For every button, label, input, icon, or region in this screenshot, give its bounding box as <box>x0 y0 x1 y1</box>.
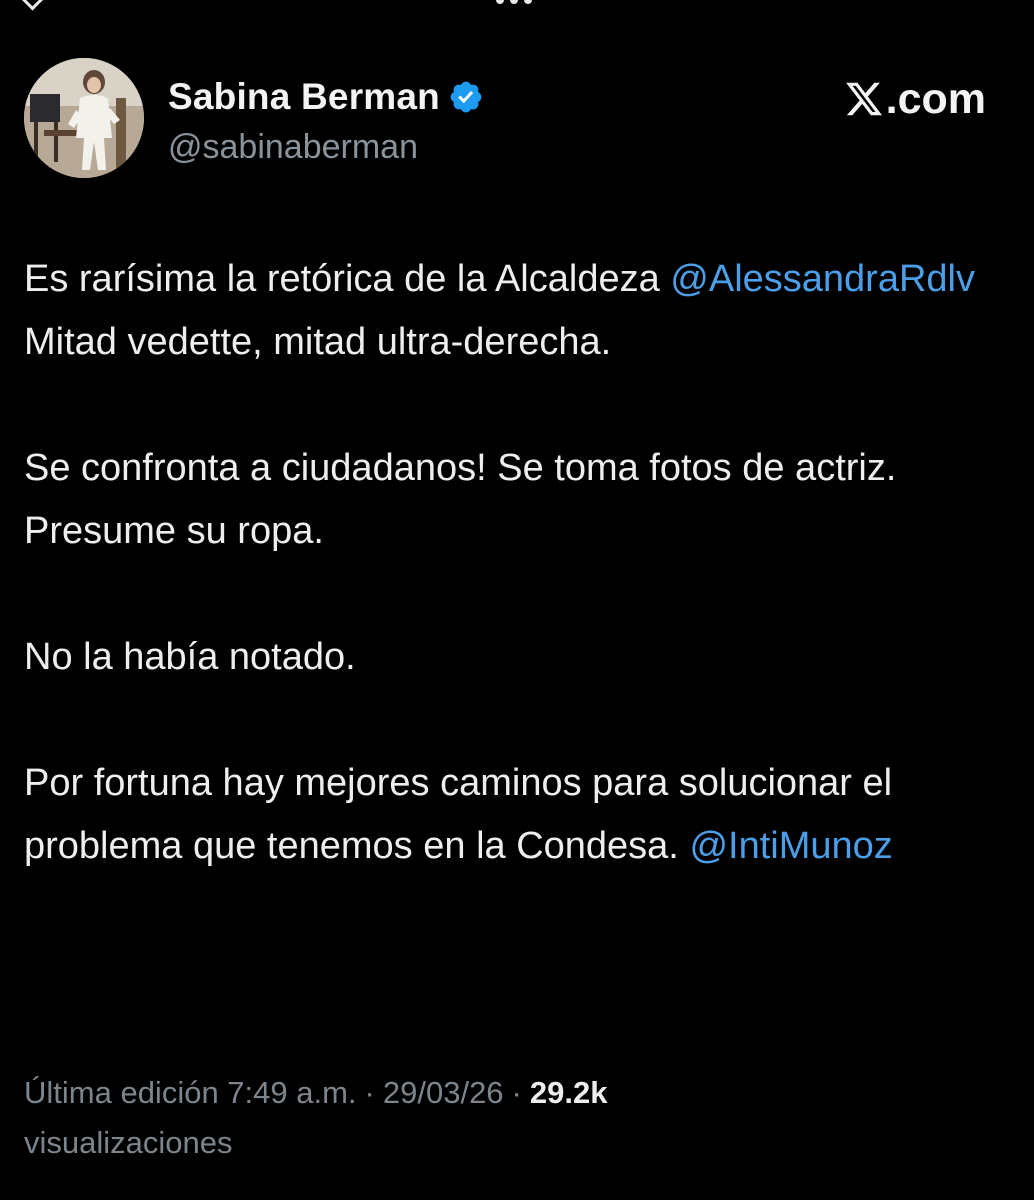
text-segment: Se confronta a ciudadanos! Se toma fotos… <box>24 447 897 552</box>
avatar[interactable] <box>24 58 144 178</box>
author-handle[interactable]: @sabinaberman <box>168 128 418 167</box>
tweet-paragraph: Por fortuna hay mejores caminos para sol… <box>24 752 984 878</box>
tweet-text: Es rarísima la retórica de la Alcaldeza … <box>24 248 984 878</box>
separator-dot: · <box>511 1075 522 1110</box>
text-segment: Es rarísima la retórica de la Alcaldeza <box>24 258 671 300</box>
post-metadata: Última edición 7:49 a.m. · 29/03/26 · 29.2k … <box>24 1068 984 1168</box>
mention-link[interactable]: @AlessandraRdlv <box>670 258 975 300</box>
separator-dot: · <box>364 1075 375 1110</box>
mention-link[interactable]: @IntiMunoz <box>689 825 892 867</box>
tweet-paragraph: No la había notado. <box>24 626 984 689</box>
more-options-icon[interactable] <box>496 0 540 4</box>
author-display-name[interactable]: Sabina Berman <box>168 76 440 118</box>
views-label: visualizaciones <box>24 1125 233 1160</box>
text-segment: Mitad vedette, mitad ultra-derecha. <box>24 321 612 363</box>
x-logo-icon <box>844 79 884 119</box>
tweet-paragraph: Es rarísima la retórica de la Alcaldeza … <box>24 248 984 374</box>
author-name-row: Sabina Berman <box>168 74 484 120</box>
avatar-photo <box>24 58 144 178</box>
post-header: Sabina Berman @sabinaberman .com <box>24 58 1010 182</box>
text-segment: No la había notado. <box>24 636 356 678</box>
edited-timestamp[interactable]: Última edición 7:49 a.m. <box>24 1075 357 1110</box>
brand-text: .com <box>885 74 986 123</box>
top-edge-remnant <box>0 0 1034 11</box>
verified-badge-icon[interactable] <box>448 79 484 115</box>
brand-watermark: .com <box>844 74 986 123</box>
post-date[interactable]: 29/03/26 <box>383 1075 504 1110</box>
tweet-paragraph: Se confronta a ciudadanos! Se toma fotos… <box>24 437 984 563</box>
back-chevron-icon[interactable] <box>20 0 45 11</box>
views-count[interactable]: 29.2k <box>530 1075 608 1110</box>
